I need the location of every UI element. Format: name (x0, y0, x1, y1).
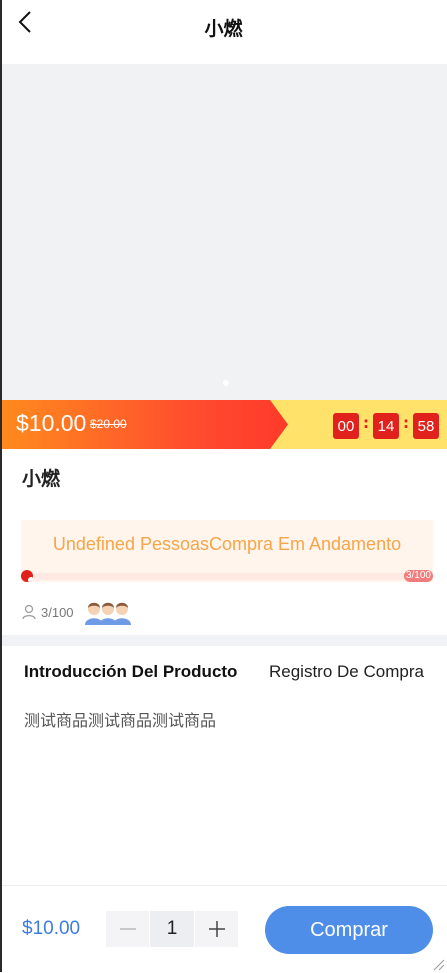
group-buy-status: Undefined PessoasCompra Em Andamento 3/1… (21, 520, 433, 582)
minus-icon (119, 928, 136, 930)
countdown-hours: 00 (333, 413, 359, 439)
decrease-quantity-button[interactable] (106, 911, 149, 947)
quantity-stepper: 1 (106, 911, 238, 947)
countdown-timer: 00 : 14 : 58 (333, 413, 439, 439)
participant-count: 3/100 (41, 604, 74, 620)
tab-product-introduction[interactable]: Introducción Del Producto (24, 662, 237, 682)
top-bar: 小燃 (0, 0, 447, 64)
flash-sale-bar: $10.00 $20.00 00 : 14 : 58 (2, 400, 447, 449)
group-buy-status-text: Undefined PessoasCompra Em Andamento (52, 534, 402, 554)
page-title: 小燃 (204, 18, 243, 40)
countdown-minutes: 14 (373, 413, 399, 439)
avatar-icon (112, 602, 131, 625)
total-price: $10.00 (22, 918, 81, 939)
participants-row: 3/100 (22, 598, 132, 626)
countdown-separator: : (403, 414, 409, 432)
sale-price: $10.00 (16, 410, 87, 436)
tab-purchase-records[interactable]: Registro De Compra (269, 662, 424, 682)
original-price: $20.00 (90, 417, 127, 431)
progress-start-icon (21, 570, 33, 582)
countdown-separator: : (363, 414, 369, 432)
countdown-seconds: 58 (413, 413, 439, 439)
group-buy-progress-label: 3/100 (403, 570, 433, 582)
carousel-indicator-dot[interactable] (223, 380, 229, 386)
price-panel: $10.00 $20.00 (2, 400, 288, 449)
increase-quantity-button[interactable] (195, 911, 238, 947)
plus-icon (208, 921, 225, 937)
product-description: 测试商品测试商品测试商品 (24, 711, 217, 730)
participant-avatars (84, 599, 132, 625)
product-name: 小燃 (22, 468, 61, 490)
detail-tabs: Introducción Del Producto Registro De Co… (24, 662, 447, 688)
group-buy-progress-track (33, 573, 433, 580)
section-divider (2, 635, 447, 646)
buy-button[interactable]: Comprar (265, 906, 433, 954)
bottom-action-bar: $10.00 1 Comprar (2, 885, 447, 973)
user-icon (22, 604, 36, 620)
product-image-carousel[interactable] (2, 64, 447, 400)
quantity-input[interactable]: 1 (150, 911, 194, 947)
window-edge (0, 0, 2, 972)
resize-grip-icon[interactable] (431, 957, 445, 971)
